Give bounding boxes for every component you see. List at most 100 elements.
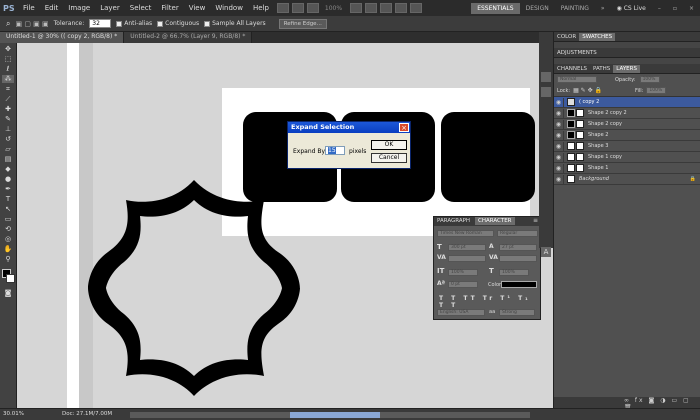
actions-panel-icon[interactable] <box>541 87 551 97</box>
horizontal-scale-input[interactable]: 100% <box>499 269 529 276</box>
character-panel-icon[interactable]: A <box>541 247 551 257</box>
doc-tab-1[interactable]: Untitled-1 @ 30% (( copy 2, RGB/8) * <box>0 32 125 43</box>
3d-orbit-icon[interactable]: ◎ <box>2 235 14 243</box>
link-layers-icon[interactable]: ∞ <box>624 397 631 404</box>
eye-icon[interactable]: ◉ <box>554 174 564 184</box>
menu-edit[interactable]: Edit <box>40 4 64 12</box>
magic-wand-icon[interactable]: ⌕ <box>6 19 10 29</box>
workspace-painting[interactable]: PAINTING <box>555 3 595 14</box>
eye-icon[interactable]: ◉ <box>554 97 564 107</box>
text-style-buttons[interactable]: T T TT Tr T¹ T₁ T T <box>439 295 540 309</box>
horizontal-scrollbar[interactable] <box>130 412 530 418</box>
text-color-swatch[interactable] <box>501 281 537 288</box>
baseline-shift-input[interactable]: 0 pt <box>448 281 478 288</box>
new-layer-icon[interactable]: ▢ <box>683 397 691 404</box>
workspace-essentials[interactable]: ESSENTIALS <box>471 2 520 14</box>
expand-by-input[interactable]: 15 <box>325 146 345 155</box>
sample-all-check[interactable] <box>204 20 211 27</box>
pen-tool-icon[interactable]: ✒ <box>2 185 14 193</box>
cs-live-button[interactable]: ◉ CS Live <box>611 3 652 14</box>
dodge-tool-icon[interactable]: ● <box>2 175 14 183</box>
blend-mode-select[interactable]: Normal <box>557 76 597 83</box>
group-icon[interactable]: ▭ <box>671 397 679 404</box>
eye-icon[interactable]: ◉ <box>554 130 564 140</box>
stamp-tool-icon[interactable]: ⊥ <box>2 125 14 133</box>
vertical-scale-input[interactable]: 100% <box>448 269 478 276</box>
screen-mode-icon[interactable] <box>410 3 423 13</box>
menu-file[interactable]: File <box>18 4 40 12</box>
magic-wand-tool-icon[interactable]: ⁂ <box>2 75 14 83</box>
bridge-icon[interactable] <box>276 3 289 13</box>
menu-help[interactable]: Help <box>248 4 274 12</box>
layer-row[interactable]: ◉ ( copy 2 <box>554 97 700 108</box>
arrange-icon[interactable] <box>395 3 408 13</box>
dialog-close-icon[interactable]: × <box>399 123 409 132</box>
anti-alias-select[interactable]: Strong <box>499 309 535 316</box>
cancel-button[interactable]: Cancel <box>371 153 407 163</box>
tab-paragraph[interactable]: PARAGRAPH <box>434 217 473 225</box>
leading-input[interactable]: 27 pt <box>499 244 537 251</box>
anti-alias-checkbox[interactable]: Anti-alias <box>116 20 152 27</box>
eye-icon[interactable]: ◉ <box>554 152 564 162</box>
zoom-icon[interactable] <box>365 3 378 13</box>
tab-character[interactable]: CHARACTER <box>475 217 515 225</box>
eye-icon[interactable]: ◉ <box>554 141 564 151</box>
background-color-swatch[interactable] <box>6 274 15 283</box>
menu-select[interactable]: Select <box>125 4 157 12</box>
brush-tool-icon[interactable]: ✎ <box>2 115 14 123</box>
healing-tool-icon[interactable]: ✚ <box>2 105 14 113</box>
eraser-tool-icon[interactable]: ▱ <box>2 145 14 153</box>
tab-paths[interactable]: PATHS <box>590 65 613 73</box>
fill-input[interactable]: 100% <box>646 87 667 94</box>
mini-bridge-icon[interactable] <box>291 3 304 13</box>
history-panel-icon[interactable] <box>541 72 551 82</box>
move-tool-icon[interactable]: ✥ <box>2 45 14 53</box>
ok-button[interactable]: OK <box>371 140 407 150</box>
shape-tool-icon[interactable]: ▭ <box>2 215 14 223</box>
adjustment-layer-icon[interactable]: ◑ <box>660 397 667 404</box>
char-panel-menu-icon[interactable]: ≡ <box>533 217 538 224</box>
eye-icon[interactable]: ◉ <box>554 108 564 118</box>
gradient-tool-icon[interactable]: ▤ <box>2 155 14 163</box>
bracket-frame-shape[interactable] <box>88 178 308 398</box>
marquee-tool-icon[interactable]: ⬚ <box>2 55 14 63</box>
path-select-icon[interactable]: ↖ <box>2 205 14 213</box>
tab-swatches[interactable]: SWATCHES <box>579 32 616 41</box>
kerning-input[interactable] <box>448 255 486 262</box>
scrollbar-thumb[interactable] <box>290 412 380 418</box>
lock-icons[interactable]: ▦ ✎ ✥ 🔒 <box>573 87 602 94</box>
font-size-input[interactable]: 300 pt <box>448 244 486 251</box>
workspace-design[interactable]: DESIGN <box>520 3 555 14</box>
zoom-tool-icon[interactable]: ⚲ <box>2 255 14 263</box>
hand-tool-icon[interactable]: ✋ <box>2 245 14 253</box>
menu-window[interactable]: Window <box>210 4 248 12</box>
maximize-icon[interactable]: ▫ <box>667 3 683 14</box>
tab-color[interactable]: COLOR <box>554 33 579 41</box>
3d-rotate-icon[interactable]: ⟲ <box>2 225 14 233</box>
hand-icon[interactable] <box>350 3 363 13</box>
menu-view[interactable]: View <box>184 4 211 12</box>
selection-mode-icons[interactable]: ▣ ▢ ▣ ▣ <box>15 20 48 28</box>
eye-icon[interactable]: ◉ <box>554 119 564 129</box>
tab-layers[interactable]: LAYERS <box>613 64 640 73</box>
history-brush-icon[interactable]: ↺ <box>2 135 14 143</box>
eyedropper-tool-icon[interactable]: ⟋ <box>2 95 14 103</box>
tolerance-input[interactable]: 32 <box>89 19 112 28</box>
doc-tab-2[interactable]: Untitled-2 @ 66.7% (Layer 9, RGB/8) * <box>124 32 253 43</box>
zoom-level[interactable]: 100% <box>325 5 342 12</box>
workspace-more-icon[interactable]: » <box>595 3 611 14</box>
zoom-status[interactable]: 30.01% <box>3 411 24 417</box>
crop-tool-icon[interactable]: ⌗ <box>2 85 14 93</box>
tab-channels[interactable]: CHANNELS <box>554 65 590 73</box>
layer-row[interactable]: ◉ Shape 1 <box>554 163 700 174</box>
blur-tool-icon[interactable]: ◆ <box>2 165 14 173</box>
close-icon[interactable]: × <box>683 3 700 14</box>
layer-row[interactable]: ◉ Shape 3 <box>554 141 700 152</box>
language-select[interactable]: English: USA <box>437 309 485 316</box>
lasso-tool-icon[interactable]: ℓ <box>2 65 14 73</box>
menu-layer[interactable]: Layer <box>95 4 125 12</box>
mask-icon[interactable]: ◙ <box>649 397 657 404</box>
sample-all-checkbox[interactable]: Sample All Layers <box>204 20 266 27</box>
extras-icon[interactable] <box>306 3 319 13</box>
menu-image[interactable]: Image <box>63 4 95 12</box>
